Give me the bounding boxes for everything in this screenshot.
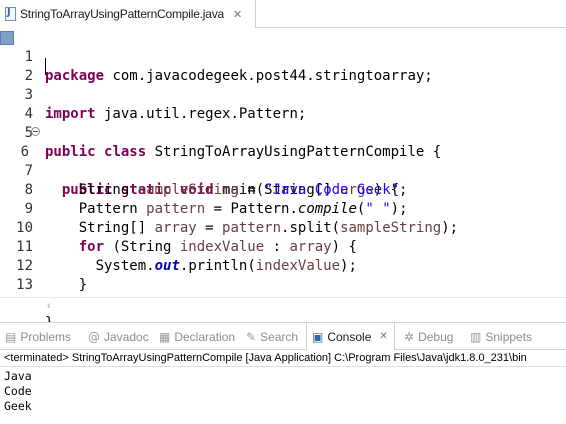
console-output-line: Java (4, 369, 32, 383)
console-output-line: Geek (4, 399, 32, 413)
fold-collapse-icon[interactable] (31, 127, 40, 136)
tab-debug[interactable]: ✲ Debug (404, 323, 453, 350)
tab-label: Javadoc (104, 329, 149, 344)
code-line-10[interactable]: 10 for (String indexValue : array) { (0, 200, 566, 255)
tab-javadoc[interactable]: @ Javadoc (88, 323, 149, 350)
code-line-14[interactable]: 14 } (0, 276, 566, 331)
code-line-6[interactable]: 6 public static void main(String[] args)… (0, 124, 566, 198)
console-status: <terminated> StringToArrayUsingPatternCo… (0, 350, 566, 367)
close-icon[interactable]: ✕ (379, 331, 387, 342)
code-line-4[interactable]: 4 (0, 86, 566, 122)
code-line-3[interactable]: 3 import java.util.regex.Pattern; (0, 67, 566, 122)
declaration-icon: ▦ (159, 329, 171, 344)
tab-snippets[interactable]: ▥ Snippets (470, 323, 532, 350)
tab-search[interactable]: ✎ Search (246, 323, 298, 350)
code-line-12[interactable]: 12 } (0, 238, 566, 293)
code-editor[interactable]: 1 package com.javacodegeek.post44.string… (0, 28, 566, 331)
views-tab-bar: ▤ Problems @ Javadoc ▦ Declaration ✎ Search … (0, 322, 566, 350)
tab-label: Problems (20, 329, 72, 344)
tab-console[interactable]: ▣ Console ✕ (306, 323, 395, 350)
tab-label: Debug (418, 329, 454, 344)
editor-tab-title: StringToArrayUsingPatternCompile.java (20, 7, 225, 21)
editor-tab[interactable]: J StringToArrayUsingPatternCompile.java … (0, 0, 256, 28)
code-line-7[interactable]: 7 String sampleString = "Java Code Geek"… (0, 143, 566, 198)
code-line-8[interactable]: 8 Pattern pattern = Pattern.compile(" ")… (0, 162, 566, 217)
debug-icon: ✲ (404, 329, 415, 344)
code-line-9[interactable]: 9 String[] array = pattern.split(sampleS… (0, 181, 566, 236)
code-line-5[interactable]: 5 public class StringToArrayUsingPattern… (0, 105, 566, 160)
javadoc-icon: @ (88, 329, 100, 344)
close-icon[interactable]: ✕ (233, 8, 242, 21)
tab-label: Declaration (174, 329, 236, 344)
code-line-1[interactable]: 1 package com.javacodegeek.post44.string… (0, 29, 566, 84)
code-line-11[interactable]: 11 System.out.println(indexValue); (0, 219, 566, 274)
tab-label: Search (260, 329, 299, 344)
tab-label: Snippets (485, 329, 533, 344)
problems-icon: ▤ (5, 329, 17, 344)
editor-tab-bar: J StringToArrayUsingPatternCompile.java … (0, 0, 566, 28)
java-file-icon: J (5, 7, 16, 21)
code-line-2[interactable]: 2 (0, 48, 566, 84)
java-file-badge: J (7, 7, 11, 18)
tab-problems[interactable]: ▤ Problems (5, 323, 71, 350)
console-icon: ▣ (312, 329, 324, 344)
snippets-icon: ▥ (470, 329, 482, 344)
search-icon: ✎ (246, 329, 257, 344)
scroll-left-icon[interactable]: ‹ (47, 300, 51, 312)
tab-label: Console (327, 329, 372, 344)
tab-declaration[interactable]: ▦ Declaration (159, 323, 235, 350)
code-line-13[interactable]: 13 } (0, 257, 566, 312)
horizontal-scrollbar[interactable]: ‹ (0, 297, 566, 315)
console-output-line: Code (4, 384, 32, 398)
